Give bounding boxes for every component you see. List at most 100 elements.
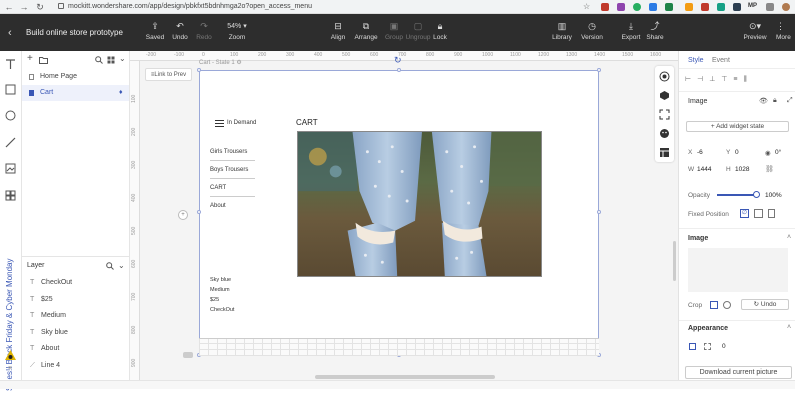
- menu-item-cart[interactable]: CART: [210, 179, 255, 197]
- undo-button[interactable]: ↶ Undo: [170, 21, 190, 41]
- download-picture-button[interactable]: Download current picture: [685, 366, 792, 379]
- chevron-left-icon[interactable]: ‹: [8, 27, 12, 39]
- page-item-cart[interactable]: Cart ♦: [22, 85, 129, 101]
- ellipse-tool-icon[interactable]: [5, 110, 16, 121]
- rotate-handle-icon[interactable]: ↻: [394, 55, 402, 66]
- undo-crop-button[interactable]: ↻ Undo: [741, 299, 789, 310]
- link-ratio-icon[interactable]: ⛓︎: [765, 165, 774, 173]
- export-button[interactable]: ⤓ Export: [620, 21, 642, 41]
- resize-handle[interactable]: [597, 210, 601, 214]
- corner-all-icon[interactable]: [689, 343, 696, 350]
- arrange-button[interactable]: ⧉ Arrange: [353, 21, 379, 41]
- forward-arrow-icon[interactable]: →: [19, 2, 29, 12]
- zoom-control[interactable]: 54% ▾ Zoom: [222, 21, 252, 41]
- fullscreen-icon[interactable]: [659, 109, 670, 120]
- layer-item[interactable]: T CheckOut: [22, 275, 129, 292]
- menu-item-boys-trousers[interactable]: Boys Trousers: [210, 161, 255, 179]
- opacity-value[interactable]: 100%: [765, 192, 782, 199]
- page-item-home[interactable]: Home Page: [22, 69, 129, 85]
- search-icon[interactable]: [95, 56, 103, 64]
- image-preview[interactable]: [688, 248, 788, 292]
- layer-item[interactable]: T About: [22, 341, 129, 358]
- fixed-none-icon[interactable]: ∅: [740, 209, 749, 218]
- resize-handle[interactable]: [197, 68, 201, 72]
- add-state-icon[interactable]: +: [178, 210, 188, 220]
- vertical-scrollbar[interactable]: [673, 241, 676, 281]
- rectangle-tool-icon[interactable]: [5, 84, 16, 95]
- artboard[interactable]: In Demand Girls Trousers Boys Trousers C…: [199, 70, 599, 355]
- grammarly-icon[interactable]: [633, 3, 641, 11]
- resize-handle[interactable]: [197, 210, 201, 214]
- expand-icon[interactable]: ⤢: [787, 97, 793, 105]
- checkout-link[interactable]: CheckOut: [210, 307, 234, 313]
- promo-banner[interactable]: Sales!! Black Friday & Cyber Monday: [2, 259, 20, 393]
- lock-icon[interactable]: 🔒︎: [773, 97, 777, 105]
- align-button[interactable]: ⊟ Align: [328, 21, 348, 41]
- x-input[interactable]: -6: [697, 149, 703, 156]
- pdf-extension-icon[interactable]: [601, 3, 609, 11]
- menu-item-girls-trousers[interactable]: Girls Trousers: [210, 143, 255, 161]
- table-icon[interactable]: [659, 147, 670, 158]
- add-page-icon[interactable]: +: [27, 53, 33, 64]
- back-arrow-icon[interactable]: ←: [4, 2, 14, 12]
- corner-each-icon[interactable]: [704, 343, 711, 350]
- avatar[interactable]: [782, 3, 790, 11]
- product-image[interactable]: [297, 131, 542, 277]
- opacity-slider-knob[interactable]: [753, 191, 760, 198]
- layer-item[interactable]: T Medium: [22, 308, 129, 325]
- puzzle-icon[interactable]: [766, 3, 774, 11]
- saved-button[interactable]: ⇪ Saved: [145, 21, 165, 41]
- preview-button[interactable]: ⊙▾ Preview: [742, 21, 768, 41]
- extension-icon[interactable]: [665, 3, 673, 11]
- profile-label[interactable]: MP: [748, 3, 757, 9]
- resize-handle[interactable]: [397, 68, 401, 72]
- folder-icon[interactable]: [39, 56, 48, 64]
- height-input[interactable]: 1028: [735, 166, 749, 173]
- chevron-down-icon[interactable]: ⌄: [118, 257, 125, 275]
- extension-icon[interactable]: [701, 3, 709, 11]
- grid-view-icon[interactable]: [107, 56, 115, 64]
- corner-radius-input[interactable]: 0: [722, 343, 726, 350]
- chevron-up-icon[interactable]: ˄: [787, 324, 791, 331]
- width-input[interactable]: 1444: [697, 166, 711, 173]
- redo-button[interactable]: ↷ Redo: [194, 21, 214, 41]
- extension-icon[interactable]: [717, 3, 725, 11]
- crop-rect-icon[interactable]: [710, 301, 718, 309]
- rotation-input[interactable]: 0°: [775, 149, 781, 156]
- search-icon[interactable]: [106, 262, 114, 270]
- artboard-label[interactable]: Cart - State 1 ⚙: [199, 59, 242, 66]
- component-tool-icon[interactable]: [5, 190, 16, 201]
- link-to-prev-button[interactable]: ≡Link to Prev: [145, 68, 192, 81]
- chevron-down-icon[interactable]: ⌄: [119, 54, 126, 63]
- extension-icon[interactable]: [685, 3, 693, 11]
- resize-handle[interactable]: [597, 68, 601, 72]
- reload-icon[interactable]: ↻: [35, 2, 45, 12]
- layer-item[interactable]: ⟋ Line 4: [22, 358, 129, 375]
- gift-icon[interactable]: [4, 348, 17, 361]
- chevron-up-icon[interactable]: ˄: [787, 234, 791, 241]
- version-button[interactable]: ◷ Version: [580, 21, 604, 41]
- more-button[interactable]: ⋮ More: [776, 21, 795, 41]
- address-bar[interactable]: mockitt.wondershare.com/app/design/pbkfx…: [58, 2, 578, 12]
- cube-icon[interactable]: [659, 90, 670, 101]
- pen-tool-icon[interactable]: [5, 137, 16, 148]
- alignment-row[interactable]: ⊢⊣⊥⊤≡⫼: [685, 75, 793, 84]
- group-button[interactable]: ▣ Group: [383, 21, 405, 41]
- share-button[interactable]: ⤴ Share: [644, 21, 666, 41]
- emoji-icon[interactable]: [659, 128, 670, 139]
- extension-icon[interactable]: [649, 3, 657, 11]
- extension-icon[interactable]: [733, 3, 741, 11]
- target-icon[interactable]: [659, 71, 670, 82]
- library-button[interactable]: ▥ Library: [550, 21, 574, 41]
- image-tool-icon[interactable]: [5, 163, 16, 174]
- lock-button[interactable]: 🔒︎ Lock: [431, 21, 449, 41]
- horizontal-scrollbar[interactable]: [315, 375, 495, 379]
- design-canvas[interactable]: -200 -100 0 100 200 300 400 500 600 700 800 900 1000…: [130, 51, 678, 389]
- star-icon[interactable]: ☆: [583, 3, 591, 11]
- tab-style[interactable]: Style: [688, 57, 704, 64]
- page-options-icon[interactable]: ♦: [119, 85, 123, 101]
- tab-event[interactable]: Event: [712, 57, 730, 64]
- menu-item-about[interactable]: About: [210, 197, 255, 215]
- layer-item[interactable]: T Sky blue: [22, 325, 129, 342]
- crop-circle-icon[interactable]: [723, 301, 731, 309]
